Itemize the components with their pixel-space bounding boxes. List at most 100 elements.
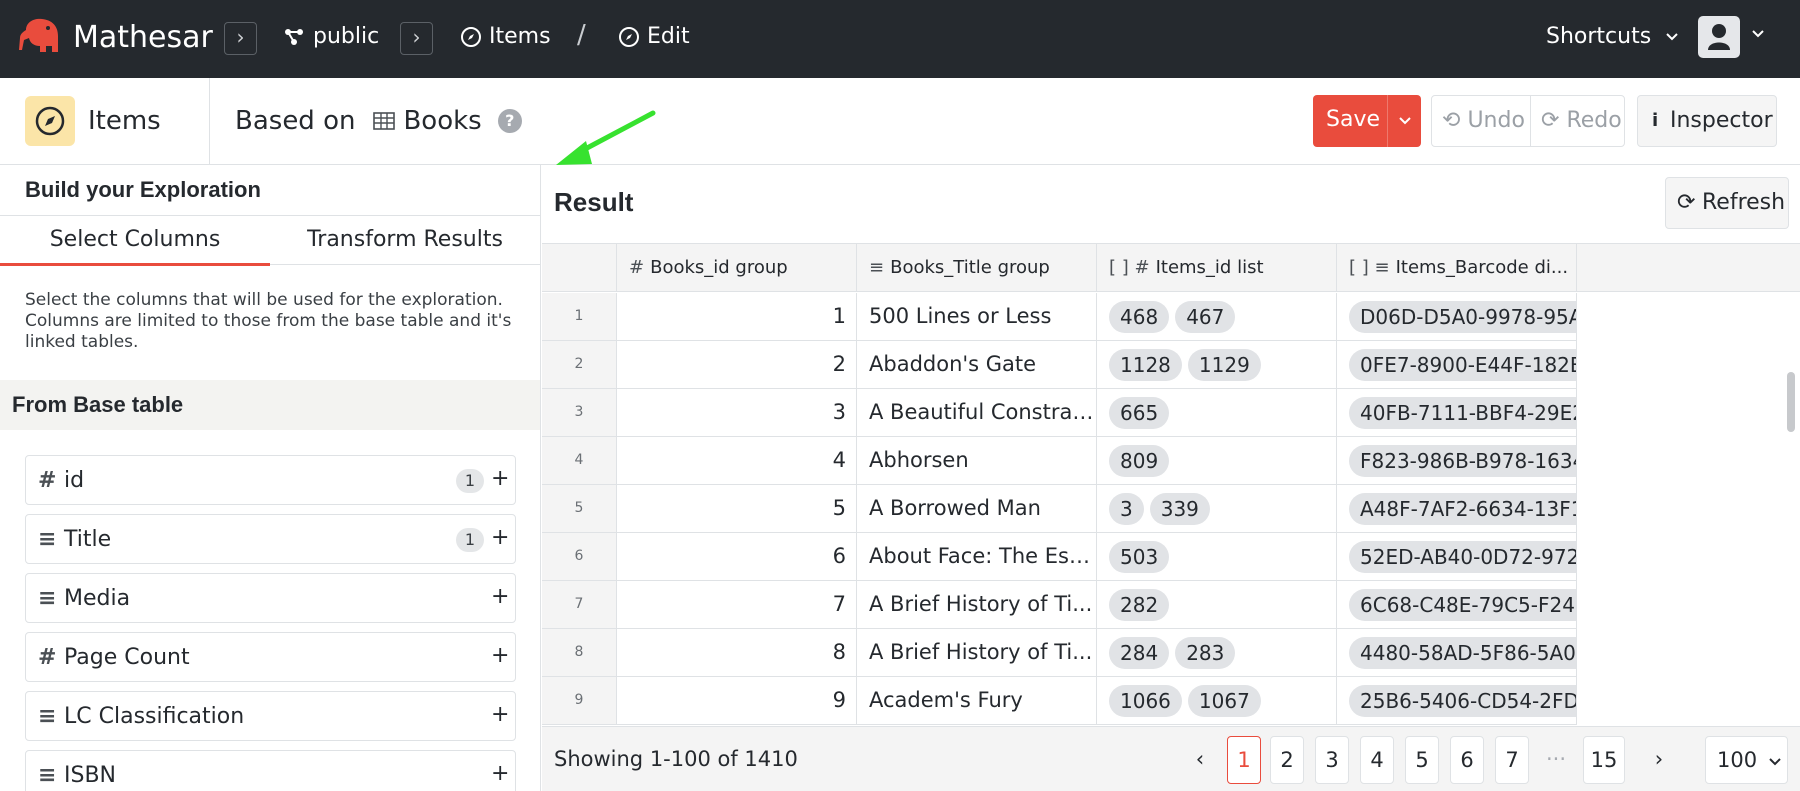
column-item-lc-classification[interactable]: ≡ LC Classification +	[25, 691, 516, 741]
cell-books-id[interactable]: 2	[617, 341, 857, 388]
page-button[interactable]: 3	[1315, 736, 1349, 784]
column-header[interactable]: [ ] ≡ Items_Barcode di...	[1337, 244, 1577, 292]
cell-books-id[interactable]: 7	[617, 581, 857, 628]
page-button[interactable]: 5	[1405, 736, 1439, 784]
cell-books-id[interactable]: 8	[617, 629, 857, 676]
cell-items-ids[interactable]: 1128 1129	[1097, 341, 1337, 388]
table-row[interactable]: 6 6 About Face: The Ess... 503 52ED-AB40-0D7…	[542, 533, 1577, 581]
cell-books-title[interactable]: A Brief History of Ti...	[857, 629, 1097, 676]
table-row[interactable]: 33A Beautiful Constrai... 665 40FB-7111-BB…	[542, 389, 1577, 437]
redo-button[interactable]: ⟳ Redo	[1541, 108, 1622, 133]
cell-books-id[interactable]: 5	[617, 485, 857, 532]
tab-transform-results[interactable]: Transform Results	[270, 216, 540, 266]
cell-books-title[interactable]: 500 Lines or Less	[857, 293, 1097, 340]
help-icon[interactable]: ?	[497, 109, 522, 133]
cell-items-ids[interactable]: 809	[1097, 437, 1337, 484]
list-value-pill: 52ED-AB40-0D72-9724	[1349, 541, 1576, 573]
cell-items-ids[interactable]: 284 283	[1097, 629, 1337, 676]
mathesar-logo-icon[interactable]	[18, 16, 64, 60]
app-name[interactable]: Mathesar	[73, 20, 213, 55]
table-row[interactable]: 77A Brief History of Ti... 282 6C68-C48E-7…	[542, 581, 1577, 629]
chevron-down-icon[interactable]	[1750, 28, 1766, 40]
column-header[interactable]: # Books_id group	[617, 244, 857, 292]
cell-items-ids[interactable]: 503	[1097, 533, 1337, 580]
chevron-down-icon[interactable]	[1397, 115, 1413, 127]
cell-items-ids[interactable]: 468 467	[1097, 293, 1337, 340]
next-page-icon[interactable]: ›	[1642, 736, 1676, 784]
add-column-icon[interactable]: +	[491, 643, 509, 668]
breadcrumb-separator[interactable]: ›	[224, 22, 257, 55]
table-row[interactable]: 55A Borrowed Man 3 339 A48F-7AF2-6634-13F1	[542, 485, 1577, 533]
refresh-button[interactable]: ⟳ Refresh	[1665, 177, 1789, 229]
breadcrumb-exploration[interactable]: Items	[460, 24, 551, 49]
cell-books-title[interactable]: Academ's Fury	[857, 677, 1097, 724]
cell-items-barcode[interactable]: 40FB-7111-BBF4-29E2	[1337, 389, 1577, 436]
annotation-arrow-icon	[556, 110, 656, 165]
page-button[interactable]: 4	[1360, 736, 1394, 784]
cell-books-title[interactable]: Abhorsen	[857, 437, 1097, 484]
table-row[interactable]: 2 2 Abaddon's Gate 1128 1129 0FE7-8900-E44F-1…	[542, 341, 1577, 389]
row-number: 5	[542, 485, 617, 532]
save-button[interactable]: Save	[1313, 95, 1421, 147]
column-header[interactable]: [ ] # Items_id list	[1097, 244, 1337, 292]
cell-items-barcode[interactable]: 0FE7-8900-E44F-182B	[1337, 341, 1577, 388]
add-column-icon[interactable]: +	[491, 761, 509, 786]
page-button[interactable]: 15	[1583, 736, 1625, 784]
cell-books-id[interactable]: 4	[617, 437, 857, 484]
cell-items-ids[interactable]: 665	[1097, 389, 1337, 436]
cell-items-barcode[interactable]: 4480-58AD-5F86-5A08	[1337, 629, 1577, 676]
breadcrumb-separator[interactable]: ›	[400, 22, 433, 55]
previous-page-icon[interactable]: ‹	[1183, 736, 1217, 784]
cell-items-ids[interactable]: 282	[1097, 581, 1337, 628]
tab-select-columns[interactable]: Select Columns	[0, 216, 270, 266]
table-row[interactable]: 1 1 500 Lines or Less 468 467 D06D-D5A0-9978-…	[542, 293, 1577, 341]
table-row[interactable]: 88A Brief History of Ti... 284 283 4480-58A…	[542, 629, 1577, 677]
cell-books-id[interactable]: 6	[617, 533, 857, 580]
cell-books-title[interactable]: A Borrowed Man	[857, 485, 1097, 532]
undo-redo-group: ⟲ Undo ⟳ Redo	[1431, 95, 1625, 147]
page-button[interactable]: 1	[1227, 736, 1261, 784]
cell-items-barcode[interactable]: 52ED-AB40-0D72-9724	[1337, 533, 1577, 580]
cell-items-ids[interactable]: 1066 1067	[1097, 677, 1337, 724]
list-value-pill: 1129	[1187, 349, 1261, 381]
column-item-id[interactable]: # id 1 +	[25, 455, 516, 505]
table-row[interactable]: 9 9 Academ's Fury 1066 1067 25B6-5406-CD54-2F…	[542, 677, 1577, 725]
cell-books-id[interactable]: 9	[617, 677, 857, 724]
user-avatar[interactable]	[1698, 16, 1740, 58]
undo-button[interactable]: ⟲ Undo	[1442, 108, 1525, 133]
cell-items-barcode[interactable]: 25B6-5406-CD54-2FD8	[1337, 677, 1577, 724]
shortcuts-menu[interactable]: Shortcuts	[1546, 24, 1680, 49]
row-number: 2	[542, 341, 617, 388]
cell-items-barcode[interactable]: A48F-7AF2-6634-13F1	[1337, 485, 1577, 532]
cell-books-title[interactable]: About Face: The Ess...	[857, 533, 1097, 580]
add-column-icon[interactable]: +	[491, 466, 509, 491]
page-button[interactable]: 6	[1450, 736, 1484, 784]
cell-items-ids[interactable]: 3 339	[1097, 485, 1337, 532]
column-item-media[interactable]: ≡ Media +	[25, 573, 516, 623]
base-table-link[interactable]: Books	[373, 106, 482, 136]
add-column-icon[interactable]: +	[491, 702, 509, 727]
cell-items-barcode[interactable]: F823-986B-B978-1634	[1337, 437, 1577, 484]
vertical-scrollbar[interactable]	[1787, 372, 1795, 432]
text-type-icon: ≡	[38, 704, 57, 729]
page-size-select[interactable]: 100	[1705, 736, 1788, 784]
table-row[interactable]: 4 4 Abhorsen 809 F823-986B-B978-1634	[542, 437, 1577, 485]
cell-items-barcode[interactable]: D06D-D5A0-9978-95A9	[1337, 293, 1577, 340]
breadcrumb-schema[interactable]: public	[284, 24, 379, 49]
cell-books-title[interactable]: A Beautiful Constrai...	[857, 389, 1097, 436]
page-button[interactable]: 7	[1495, 736, 1529, 784]
column-header[interactable]: ≡ Books_Title group	[857, 244, 1097, 292]
breadcrumb-mode[interactable]: Edit	[618, 24, 690, 49]
page-button[interactable]: 2	[1270, 736, 1304, 784]
column-item-page-count[interactable]: # Page Count +	[25, 632, 516, 682]
add-column-icon[interactable]: +	[491, 525, 509, 550]
cell-books-title[interactable]: Abaddon's Gate	[857, 341, 1097, 388]
inspector-button[interactable]: i Inspector	[1637, 95, 1777, 147]
column-item-isbn[interactable]: ≡ ISBN +	[25, 750, 516, 791]
cell-books-id[interactable]: 3	[617, 389, 857, 436]
cell-books-title[interactable]: A Brief History of Ti...	[857, 581, 1097, 628]
cell-books-id[interactable]: 1	[617, 293, 857, 340]
cell-items-barcode[interactable]: 6C68-C48E-79C5-F240	[1337, 581, 1577, 628]
column-item-title[interactable]: ≡ Title 1 +	[25, 514, 516, 564]
add-column-icon[interactable]: +	[491, 584, 509, 609]
